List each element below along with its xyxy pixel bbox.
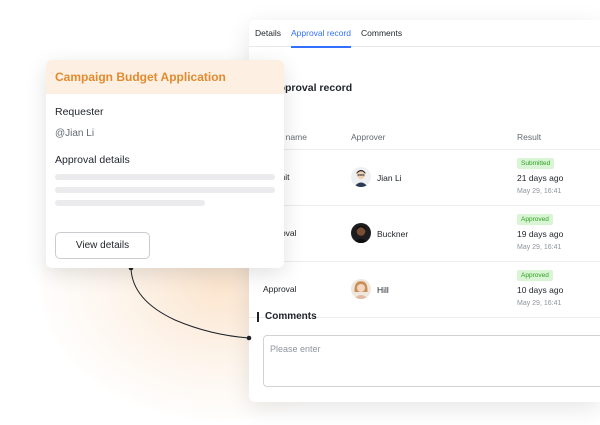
- approval-details-label: Approval details: [55, 154, 130, 166]
- placeholder-line: [55, 200, 205, 206]
- card-title: Campaign Budget Application: [55, 70, 226, 84]
- requester-value: @Jian Li: [55, 128, 95, 139]
- requester-label: Requester: [55, 106, 104, 118]
- card-header: Campaign Budget Application: [46, 60, 284, 94]
- placeholder-line: [55, 174, 275, 180]
- campaign-card: Campaign Budget Application Requester @J…: [46, 60, 284, 268]
- placeholder-line: [55, 187, 275, 193]
- connector-end-dot: [246, 335, 252, 341]
- view-details-button[interactable]: View details: [55, 232, 150, 259]
